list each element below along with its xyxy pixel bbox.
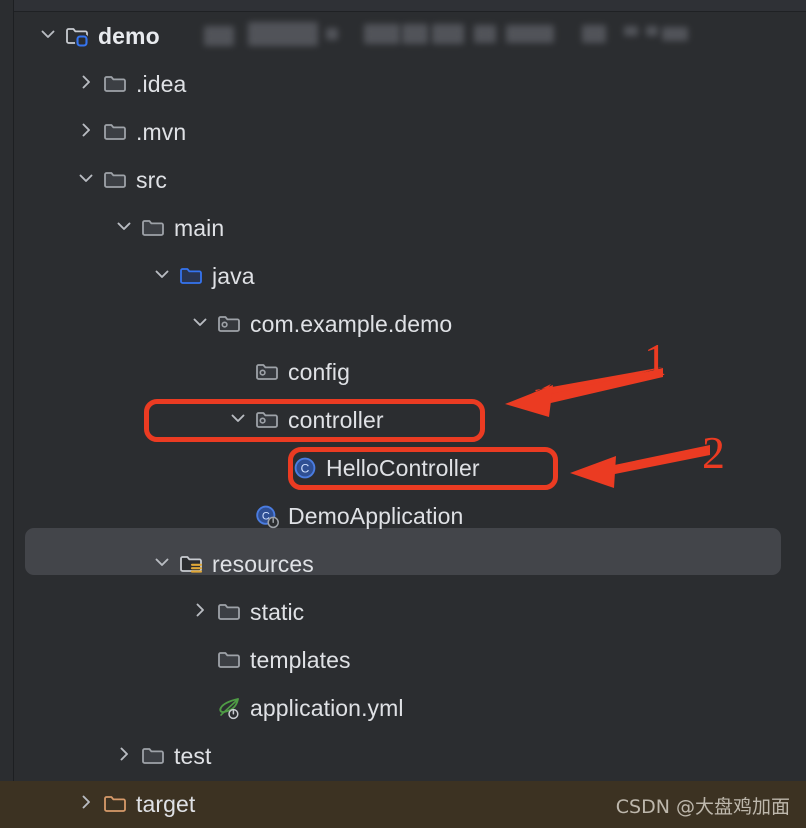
chevron-down-icon[interactable] — [75, 167, 101, 193]
tree-row-label: .idea — [136, 71, 187, 97]
project-tree[interactable]: demo .idea .mvn src main java com.example.demo… — [15, 12, 806, 828]
tree-row-label: HelloController — [326, 455, 480, 481]
chevron-down-icon[interactable] — [189, 311, 215, 337]
tree-row-label: resources — [212, 551, 314, 577]
package-icon — [253, 406, 281, 434]
tree-row-label: target — [136, 791, 196, 817]
tree-row-src[interactable]: src — [15, 156, 806, 204]
tree-row-demo[interactable]: demo — [15, 12, 806, 60]
module-folder-icon — [63, 22, 91, 50]
chevron-right-icon[interactable] — [75, 791, 101, 817]
chevron-placeholder — [189, 647, 215, 673]
tree-row-label: java — [212, 263, 255, 289]
tree-row-static[interactable]: static — [15, 588, 806, 636]
folder-icon — [139, 214, 167, 242]
chevron-placeholder — [227, 359, 253, 385]
resource-root-folder-icon — [177, 550, 205, 578]
chevron-right-icon[interactable] — [113, 743, 139, 769]
tree-row-label: application.yml — [250, 695, 404, 721]
arrow-2-icon — [570, 445, 710, 488]
tree-row-label: .mvn — [136, 119, 187, 145]
tree-row-controller[interactable]: controller — [15, 396, 806, 444]
tree-row-label: config — [288, 359, 350, 385]
tree-row-label: controller — [288, 407, 384, 433]
folder-icon — [139, 742, 167, 770]
tree-row-application-yml[interactable]: application.yml — [15, 684, 806, 732]
toolwindow-left-gutter — [0, 0, 14, 828]
tree-row-main[interactable]: main — [15, 204, 806, 252]
spring-yaml-icon — [215, 694, 243, 722]
tree-row-label: static — [250, 599, 305, 625]
package-icon — [215, 310, 243, 338]
excluded-folder-icon — [101, 790, 129, 818]
tree-row-demoapplication[interactable]: C DemoApplication — [15, 492, 806, 540]
folder-icon — [101, 70, 129, 98]
tree-row-resources[interactable]: resources — [15, 540, 806, 588]
csdn-watermark: CSDN @大盘鸡加面 — [615, 796, 790, 818]
tree-row-label: main — [174, 215, 225, 241]
chevron-down-icon[interactable] — [151, 263, 177, 289]
annotation-marker-1: 1 — [644, 334, 667, 385]
tree-row-label: src — [136, 167, 167, 193]
tree-row-mvn[interactable]: .mvn — [15, 108, 806, 156]
chevron-right-icon[interactable] — [75, 119, 101, 145]
chevron-down-icon[interactable] — [227, 407, 253, 433]
tree-row-test[interactable]: test — [15, 732, 806, 780]
tree-row-label: demo — [98, 23, 160, 49]
chevron-placeholder — [227, 503, 253, 529]
tree-row-label: com.example.demo — [250, 311, 453, 337]
chevron-placeholder — [189, 695, 215, 721]
tree-row-java[interactable]: java — [15, 252, 806, 300]
annotation-marker-2: 2 — [702, 427, 725, 478]
tree-row-config[interactable]: config — [15, 348, 806, 396]
ide-project-tool-window: demo .idea .mvn src main java com.example.demo… — [0, 0, 806, 828]
tree-row-templates[interactable]: templates — [15, 636, 806, 684]
source-root-folder-icon — [177, 262, 205, 290]
toolwindow-top-strip — [0, 0, 806, 12]
tree-row-com-example-demo[interactable]: com.example.demo — [15, 300, 806, 348]
tree-row-label: DemoApplication — [288, 503, 464, 529]
svg-text:C: C — [301, 462, 310, 476]
folder-icon — [101, 166, 129, 194]
spring-boot-class-icon: C — [253, 502, 281, 530]
chevron-placeholder — [265, 455, 291, 481]
tree-row-label: templates — [250, 647, 351, 673]
chevron-down-icon[interactable] — [151, 551, 177, 577]
tree-row-label: test — [174, 743, 212, 769]
chevron-down-icon[interactable] — [113, 215, 139, 241]
folder-icon — [101, 118, 129, 146]
folder-icon — [215, 598, 243, 626]
package-icon — [253, 358, 281, 386]
java-class-icon: C — [291, 454, 319, 482]
chevron-down-icon[interactable] — [37, 23, 63, 49]
tree-row-idea[interactable]: .idea — [15, 60, 806, 108]
folder-icon — [215, 646, 243, 674]
chevron-right-icon[interactable] — [189, 599, 215, 625]
arrow-1-icon — [505, 367, 663, 417]
chevron-right-icon[interactable] — [75, 71, 101, 97]
